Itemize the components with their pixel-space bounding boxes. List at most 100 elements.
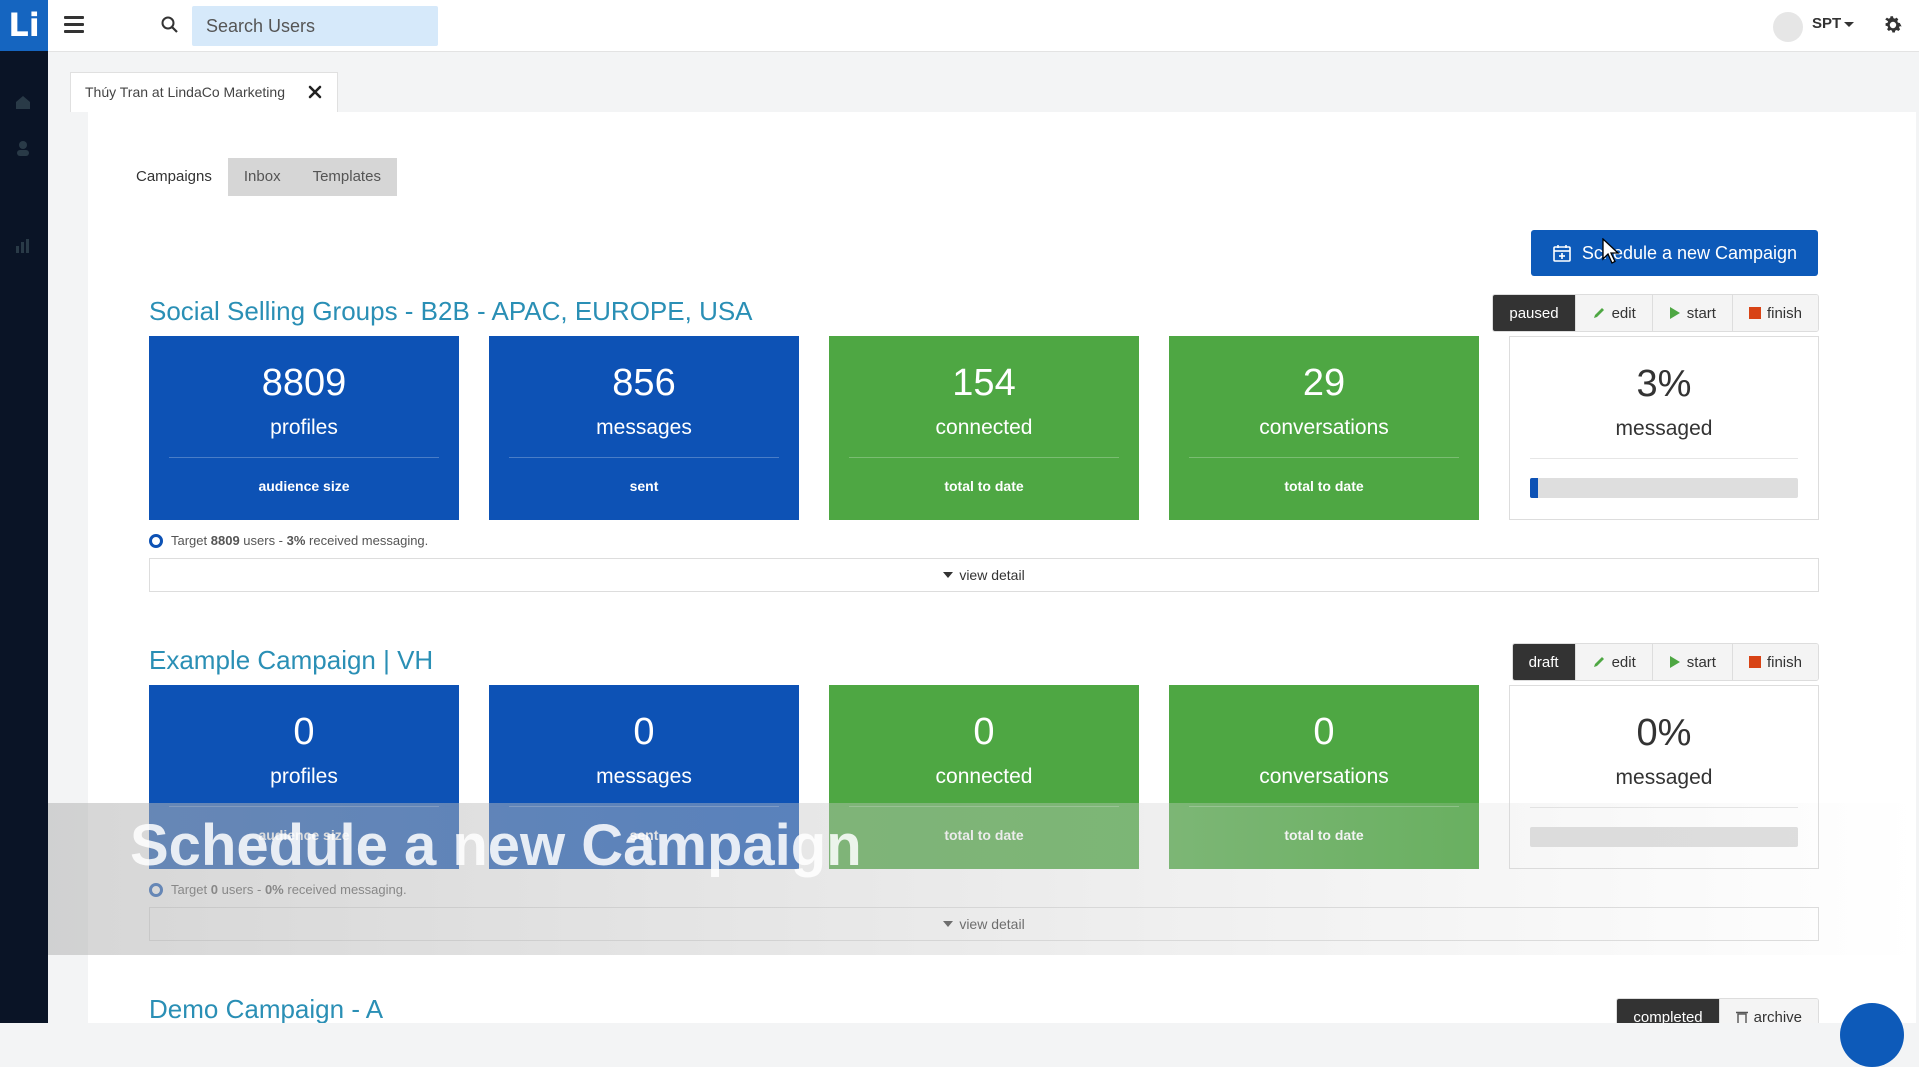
stat-unit: connected: [935, 765, 1033, 788]
record-tab[interactable]: Thúy Tran at LindaCo Marketing: [70, 72, 338, 112]
campaign-title[interactable]: Example Campaign | VH: [149, 645, 433, 676]
campaign-actions: paused edit start finish: [1492, 294, 1819, 332]
user-menu-label: SPT: [1812, 15, 1842, 32]
stat-conversations: 29 conversations total to date: [1169, 336, 1479, 520]
home-icon[interactable]: [14, 93, 32, 111]
stat-value: 154: [952, 362, 1016, 404]
calendar-plus-icon: [1553, 245, 1571, 262]
stat-unit: messaged: [1615, 766, 1713, 789]
stat-value: 0: [973, 711, 995, 753]
stop-icon: [1748, 656, 1761, 668]
stat-unit: messaged: [1615, 417, 1713, 440]
campaign-title[interactable]: Demo Campaign - A: [149, 994, 383, 1023]
stat-footer: audience size: [258, 827, 350, 843]
stat-value: 8809: [261, 362, 347, 404]
stat-unit: connected: [935, 416, 1033, 439]
caret-down-icon: [943, 572, 954, 578]
stat-footer: audience size: [258, 478, 350, 494]
archive-button[interactable]: archive: [1718, 999, 1818, 1024]
schedule-campaign-button[interactable]: Schedule a new Campaign: [1531, 230, 1818, 276]
edit-label: edit: [1611, 304, 1636, 322]
record-tab-label: Thúy Tran at LindaCo Marketing: [85, 84, 285, 100]
close-icon[interactable]: [307, 84, 323, 100]
status-badge: paused: [1493, 295, 1575, 331]
stat-unit: messages: [596, 416, 692, 439]
progress-bar: [1530, 827, 1798, 847]
stat-value: 0%: [1636, 712, 1692, 754]
finish-button[interactable]: finish: [1731, 644, 1818, 680]
stat-footer: total to date: [944, 478, 1024, 494]
stat-footer: sent: [629, 827, 659, 843]
pencil-icon: [1593, 657, 1604, 667]
start-button[interactable]: start: [1651, 295, 1732, 331]
left-sidebar: [0, 51, 48, 1023]
campaign-title[interactable]: Social Selling Groups - B2B - APAC, EURO…: [149, 296, 753, 327]
edit-button[interactable]: edit: [1574, 295, 1652, 331]
stat-messaged: 3% messaged: [1509, 336, 1819, 520]
stat-unit: messages: [596, 765, 692, 788]
edit-label: edit: [1611, 653, 1636, 671]
tab-campaigns[interactable]: Campaigns: [120, 158, 228, 196]
stat-value: 0: [293, 711, 315, 753]
stat-footer: total to date: [944, 827, 1024, 843]
view-detail-label: view detail: [959, 916, 1025, 932]
stat-unit: profiles: [270, 416, 338, 439]
campaign-card: Demo Campaign - A completed archive: [149, 994, 1819, 1023]
stat-unit: profiles: [270, 765, 338, 788]
status-ring-icon: [149, 533, 163, 548]
campaign-actions: draft edit start finish: [1511, 643, 1819, 681]
view-detail-button[interactable]: view detail: [149, 907, 1819, 941]
stat-connected: 154 connected total to date: [829, 336, 1139, 520]
target-summary: Target 8809 users - 3% received messagin…: [149, 533, 428, 548]
user-menu[interactable]: SPT: [1812, 15, 1855, 32]
stat-messages: 856 messages sent: [489, 336, 799, 520]
stat-value: 29: [1302, 362, 1346, 404]
start-button[interactable]: start: [1651, 644, 1732, 680]
search-users-input[interactable]: [192, 6, 438, 46]
gear-icon[interactable]: [1882, 14, 1904, 36]
avatar[interactable]: [1773, 12, 1803, 42]
stat-unit: conversations: [1259, 416, 1389, 439]
stop-icon: [1748, 307, 1761, 319]
finish-label: finish: [1766, 653, 1802, 671]
view-detail-label: view detail: [959, 567, 1025, 583]
tab-templates[interactable]: Templates: [296, 158, 397, 196]
subtabs: Campaigns Inbox Templates: [120, 158, 397, 196]
progress-bar: [1530, 478, 1798, 498]
play-icon: [1669, 656, 1680, 668]
top-bar: Li SPT: [0, 0, 1919, 52]
users-icon[interactable]: [14, 139, 32, 157]
caret-down-icon: [1844, 21, 1855, 27]
chart-icon[interactable]: [14, 237, 32, 255]
stat-value: 0: [633, 711, 655, 753]
stat-profiles: 8809 profiles audience size: [149, 336, 459, 520]
tab-inbox[interactable]: Inbox: [227, 158, 297, 196]
campaign-actions: completed archive: [1616, 998, 1819, 1023]
status-badge: completed: [1617, 999, 1719, 1023]
finish-button[interactable]: finish: [1731, 295, 1818, 331]
start-label: start: [1686, 304, 1716, 322]
target-summary: Target 0 users - 0% received messaging.: [149, 882, 407, 897]
stat-conversations: 0 conversations total to date: [1169, 685, 1479, 869]
stat-connected: 0 connected total to date: [829, 685, 1139, 869]
stat-unit: conversations: [1259, 765, 1389, 788]
view-detail-button[interactable]: view detail: [149, 558, 1819, 592]
edit-button[interactable]: edit: [1574, 644, 1652, 680]
search-icon: [161, 16, 178, 33]
status-ring-icon: [149, 882, 163, 897]
chat-launcher-button[interactable]: [1840, 1003, 1904, 1067]
app-logo[interactable]: Li: [0, 0, 48, 51]
status-badge: draft: [1512, 644, 1575, 680]
stat-footer: total to date: [1284, 827, 1364, 843]
pencil-icon: [1593, 308, 1604, 318]
stat-footer: total to date: [1284, 478, 1364, 494]
stat-value: 3%: [1636, 363, 1692, 405]
start-label: start: [1686, 653, 1716, 671]
archive-label: archive: [1753, 1008, 1802, 1024]
play-icon: [1669, 307, 1680, 319]
schedule-campaign-label: Schedule a new Campaign: [1581, 242, 1798, 263]
stat-messages: 0 messages sent: [489, 685, 799, 869]
stat-messaged: 0% messaged: [1509, 685, 1819, 869]
hamburger-menu-icon[interactable]: [64, 16, 84, 34]
finish-label: finish: [1766, 304, 1802, 322]
